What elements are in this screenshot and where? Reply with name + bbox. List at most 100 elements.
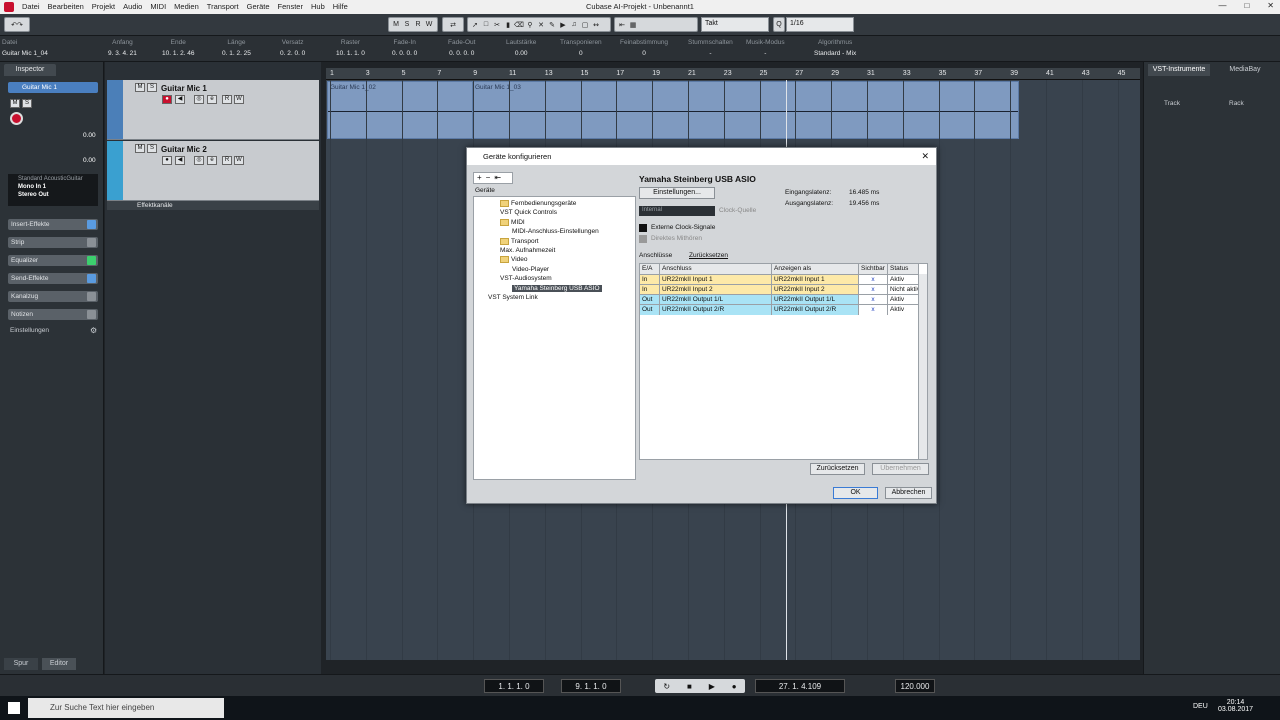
audio-event[interactable]: Guitar Mic 1_03 [472, 81, 1019, 139]
read-button[interactable]: R [222, 95, 232, 104]
input-routing[interactable]: Mono In 1 [8, 182, 98, 190]
menu-item[interactable]: Fenster [278, 2, 303, 11]
direct-monitoring-checkbox[interactable] [639, 235, 647, 243]
menu-item[interactable]: Bearbeiten [48, 2, 84, 11]
tab-editor[interactable]: Editor [42, 658, 76, 670]
info-field[interactable]: Ende 10. 1. 2. 46 [162, 39, 195, 57]
inspector-tab[interactable]: Inspector [4, 64, 56, 76]
mute-button[interactable]: M [135, 144, 145, 153]
section-toggle-icon[interactable] [87, 256, 96, 265]
msrw-button[interactable]: W [424, 19, 434, 30]
tab-vst-instruments[interactable]: VST-Instrumente [1148, 64, 1210, 76]
remove-icon[interactable]: − [486, 173, 491, 183]
table-row[interactable]: In UR22mkII Input 2 UR22mkII Input 2 x Nicht… [640, 284, 919, 295]
tree-node[interactable]: Video-Player [512, 266, 549, 273]
autoscroll-button[interactable]: ⇄ [442, 17, 464, 32]
tab-mediabay[interactable]: MediaBay [1214, 64, 1276, 76]
info-field[interactable]: Versatz 0. 2. 0. 0 [280, 39, 305, 57]
monitor-button[interactable]: ◀ [175, 156, 185, 165]
ok-button[interactable]: OK [833, 487, 878, 499]
edit-button[interactable]: e [207, 95, 217, 104]
info-field[interactable]: Datei Guitar Mic 1_04 [2, 39, 48, 57]
inspector-section[interactable]: Insert-Effekte [8, 219, 98, 230]
cycle-icon[interactable]: ↻ [663, 682, 670, 691]
inspector-settings[interactable]: Einstellungen [10, 327, 49, 334]
play-icon[interactable]: ▶ [709, 682, 715, 691]
menu-item[interactable]: Hub [311, 2, 325, 11]
rack-instruments-label[interactable]: Rack [1229, 100, 1244, 107]
range-tool-icon[interactable]: □ [481, 19, 491, 30]
inspector-section[interactable]: Kanalzug [8, 291, 98, 302]
info-field[interactable]: Transponieren 0 [560, 39, 602, 57]
menu-item[interactable]: Geräte [247, 2, 270, 11]
column-header[interactable]: Anzeigen als [772, 264, 859, 274]
cancel-button[interactable]: Abbrechen [885, 487, 932, 499]
column-header[interactable]: Status [888, 264, 919, 274]
write-button[interactable]: W [234, 95, 244, 104]
column-header[interactable]: E/A [640, 264, 660, 274]
section-toggle-icon[interactable] [87, 310, 96, 319]
tab-spur[interactable]: Spur [4, 658, 38, 670]
table-row[interactable]: Out UR22mkII Output 1/L UR22mkII Output 1/… [640, 294, 919, 305]
msrw-button[interactable]: M [391, 19, 401, 30]
info-field[interactable]: Musik-Modus - [746, 39, 785, 57]
column-header[interactable]: Anschluss [660, 264, 772, 274]
tree-node[interactable]: Max. Aufnahmezeit [500, 247, 555, 254]
menu-item[interactable]: Projekt [92, 2, 115, 11]
mute-button[interactable]: M [135, 83, 145, 92]
preset-label[interactable]: Standard AcousticGuitar [8, 174, 98, 182]
track-name[interactable]: Guitar Mic 2 [161, 145, 207, 154]
section-toggle-icon[interactable] [87, 220, 96, 229]
comp-tool-icon[interactable]: ▢ [580, 19, 590, 30]
info-field[interactable]: Stummschalten - [688, 39, 733, 57]
right-locator[interactable]: 9. 1. 1. 0 [561, 679, 621, 693]
apply-button[interactable]: Übernehmen [872, 463, 929, 475]
track-row[interactable]: M S Guitar Mic 1 ● ◀ ◎ e R W [107, 80, 319, 140]
track-instruments-label[interactable]: Track [1164, 100, 1180, 107]
quantize-icon[interactable]: Q [773, 17, 785, 32]
tree-node[interactable]: MIDI [500, 218, 525, 226]
column-header[interactable]: Sichtbar [859, 264, 888, 274]
info-field[interactable]: Fade-Out 0. 0. 0. 0 [448, 39, 475, 57]
erase-tool-icon[interactable]: ⌫ [514, 19, 524, 30]
grid-type-dropdown[interactable]: Takt [701, 17, 769, 32]
solo-button[interactable]: S [147, 83, 157, 92]
tree-node[interactable]: Video [500, 256, 528, 264]
tree-node[interactable]: MIDI-Anschluss-Einstellungen [512, 228, 599, 235]
undo-redo-button[interactable]: ↶↷ [4, 17, 30, 32]
info-field[interactable]: Länge 0. 1. 2. 25 [222, 39, 251, 57]
grid-icon[interactable]: ▦ [628, 19, 638, 30]
draw-tool-icon[interactable]: ✎ [547, 19, 557, 30]
lock-button[interactable]: ◎ [194, 156, 204, 165]
lock-button[interactable]: ◎ [194, 95, 204, 104]
position-display[interactable]: 27. 1. 4.109 [755, 679, 845, 693]
mute-tool-icon[interactable]: ✕ [536, 19, 546, 30]
minimize-icon[interactable]: — [1218, 1, 1226, 10]
language-indicator[interactable]: DEU [1193, 703, 1208, 710]
section-toggle-icon[interactable] [87, 292, 96, 301]
dialog-close-icon[interactable]: ✕ [921, 151, 929, 162]
audio-event[interactable]: Guitar Mic 1_02 [327, 81, 473, 139]
solo-button[interactable]: S [22, 99, 32, 108]
inspector-section[interactable]: Equalizer [8, 255, 98, 266]
tab-ports[interactable]: Anschlüsse [639, 252, 672, 259]
menu-item[interactable]: Datei [22, 2, 40, 11]
fx-folder-track[interactable]: Effektkanäle [107, 201, 319, 210]
table-row[interactable]: Out UR22mkII Output 2/R UR22mkII Output 2/… [640, 304, 919, 315]
reset-button[interactable]: Zurücksetzen [810, 463, 865, 475]
ruler[interactable]: 1 3 5 7 9 11 13 15 17 19 21 23 25 27 29 31 33 35 37 39 41 43 4… [326, 68, 1140, 80]
edit-button[interactable]: e [207, 156, 217, 165]
play-tool-icon[interactable]: ▶ [558, 19, 568, 30]
info-field[interactable]: Lautstärke 0.00 [506, 39, 536, 57]
glue-tool-icon[interactable]: ▮ [503, 19, 513, 30]
left-locator[interactable]: 1. 1. 1. 0 [484, 679, 544, 693]
record-button[interactable]: ● [162, 156, 172, 165]
snap-icon[interactable]: ⇤ [617, 19, 627, 30]
section-toggle-icon[interactable] [87, 274, 96, 283]
reset-icon[interactable]: ⇤ [494, 173, 501, 183]
tree-node[interactable]: Yamaha Steinberg USB ASIO [512, 284, 602, 292]
external-clock-checkbox[interactable] [639, 224, 647, 232]
record-enable-button[interactable] [10, 112, 23, 125]
inspector-track-name[interactable]: Guitar Mic 1 [8, 82, 98, 93]
gear-icon[interactable]: ⚙ [90, 326, 97, 335]
